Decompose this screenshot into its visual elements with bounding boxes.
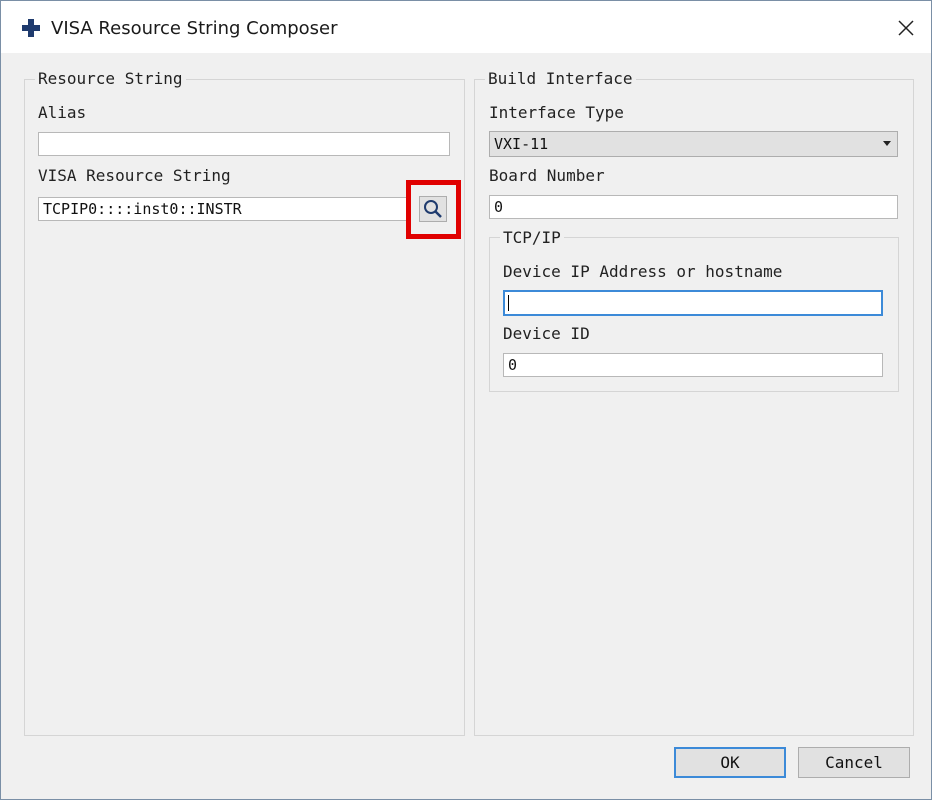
alias-label: Alias bbox=[38, 103, 87, 122]
ok-button[interactable]: OK bbox=[674, 747, 786, 778]
plus-icon bbox=[22, 19, 40, 37]
interface-type-select[interactable]: VXI-11 bbox=[489, 131, 898, 157]
resource-string-legend: Resource String bbox=[35, 69, 186, 89]
search-button-highlight bbox=[406, 180, 461, 239]
device-id-input[interactable]: 0 bbox=[503, 353, 883, 377]
device-ip-input[interactable] bbox=[503, 290, 883, 316]
board-number-label: Board Number bbox=[489, 166, 605, 185]
text-caret bbox=[508, 295, 509, 311]
tcpip-legend: TCP/IP bbox=[500, 228, 564, 248]
alias-input[interactable] bbox=[38, 132, 450, 156]
visa-resource-string-label: VISA Resource String bbox=[38, 166, 231, 185]
device-ip-label: Device IP Address or hostname bbox=[503, 262, 783, 281]
composer-dialog: VISA Resource String Composer Resource S… bbox=[0, 0, 932, 800]
interface-type-label: Interface Type bbox=[489, 103, 624, 122]
cancel-button[interactable]: Cancel bbox=[798, 747, 910, 778]
chevron-down-icon bbox=[883, 141, 891, 146]
visa-resource-string-input[interactable]: TCPIP0::::inst0::INSTR bbox=[38, 197, 408, 221]
dialog-body: Resource String Alias VISA Resource Stri… bbox=[1, 53, 931, 799]
device-id-label: Device ID bbox=[503, 324, 590, 343]
window-title: VISA Resource String Composer bbox=[51, 18, 338, 39]
interface-type-value: VXI-11 bbox=[494, 135, 549, 153]
close-icon[interactable] bbox=[891, 13, 921, 43]
build-interface-legend: Build Interface bbox=[485, 69, 636, 89]
title-bar: VISA Resource String Composer bbox=[1, 1, 931, 53]
board-number-input[interactable]: 0 bbox=[489, 195, 898, 219]
